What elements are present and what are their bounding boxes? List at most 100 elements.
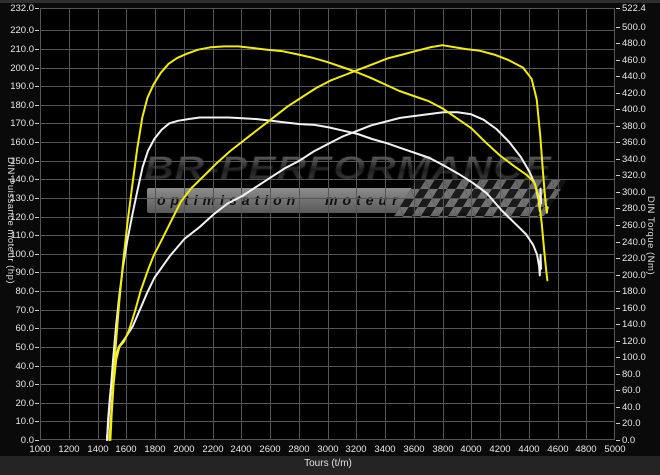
y-axis-right-tick-label: 280.0 bbox=[622, 203, 646, 214]
y-axis-left-tick bbox=[35, 198, 39, 199]
y-axis-right-tick bbox=[616, 142, 620, 143]
y-axis-left-tick-label: 90.0 bbox=[0, 267, 34, 278]
y-axis-right-tick-label: 200.0 bbox=[622, 270, 646, 281]
y-axis-left-tick-label: 210.0 bbox=[0, 44, 34, 55]
y-axis-right-tick-label: 420.0 bbox=[622, 88, 646, 99]
y-axis-left-tick-label: 180.0 bbox=[0, 100, 34, 111]
bottom-edge-strip: Tours (t/m) bbox=[0, 456, 660, 475]
x-axis-tick-label: 2600 bbox=[259, 444, 280, 455]
y-axis-right-tick bbox=[616, 43, 620, 44]
y-axis-left-tick-label: 140.0 bbox=[0, 174, 34, 185]
y-axis-left-tick bbox=[35, 310, 39, 311]
y-axis-right-tick bbox=[616, 27, 620, 28]
x-axis-tick-label: 3600 bbox=[403, 444, 424, 455]
y-axis-left-tick bbox=[35, 142, 39, 143]
y-axis-left-tick bbox=[35, 161, 39, 162]
y-axis-left-tick-label: 50.0 bbox=[0, 342, 34, 353]
y-axis-right-tick bbox=[616, 76, 620, 77]
y-axis-left-tick-label: 220.0 bbox=[0, 25, 34, 36]
y-axis-right-tick bbox=[616, 440, 620, 441]
y-axis-left-tick-label: 160.0 bbox=[0, 137, 34, 148]
y-axis-right-tick-label: 0.0 bbox=[622, 435, 635, 446]
y-axis-right-tick-label: 480.0 bbox=[622, 38, 646, 49]
y-axis-right-tick-label: 360.0 bbox=[622, 137, 646, 148]
x-axis-tick-label: 1800 bbox=[144, 444, 165, 455]
y-axis-right-tick bbox=[616, 60, 620, 61]
y-axis-left-tick bbox=[35, 347, 39, 348]
y-axis-right-tick-label: 20.0 bbox=[622, 418, 641, 429]
y-axis-left-tick-label: 150.0 bbox=[0, 156, 34, 167]
y-axis-left-tick-label: 190.0 bbox=[0, 81, 34, 92]
y-axis-left-tick-label: 100.0 bbox=[0, 249, 34, 260]
y-axis-right-tick-label: 340.0 bbox=[622, 154, 646, 165]
y-axis-right-tick-label: 120.0 bbox=[622, 336, 646, 347]
y-axis-right-tick-label: 40.0 bbox=[622, 402, 641, 413]
x-axis-title: Tours (t/m) bbox=[304, 458, 352, 469]
y-axis-right-tick-label: 220.0 bbox=[622, 253, 646, 264]
y-axis-right-tick bbox=[616, 93, 620, 94]
y-axis-right-tick bbox=[616, 407, 620, 408]
y-axis-left-tick bbox=[35, 403, 39, 404]
x-axis-tick-label: 3400 bbox=[374, 444, 395, 455]
y-axis-left-tick bbox=[35, 123, 39, 124]
y-axis-left-tick-label: 120.0 bbox=[0, 212, 34, 223]
x-axis-tick-label: 3200 bbox=[345, 444, 366, 455]
y-axis-left-tick-label: 200.0 bbox=[0, 63, 34, 74]
y-axis-right-tick bbox=[616, 275, 620, 276]
y-axis-right-tick bbox=[616, 291, 620, 292]
y-axis-left-tick bbox=[35, 421, 39, 422]
y-axis-right-tick-label: 380.0 bbox=[622, 121, 646, 132]
y-axis-right-tick bbox=[616, 208, 620, 209]
y-axis-right-tick bbox=[616, 390, 620, 391]
y-axis-left-tick bbox=[35, 217, 39, 218]
y-axis-left-tick bbox=[35, 366, 39, 367]
y-axis-right-tick bbox=[616, 308, 620, 309]
y-axis-right-tick bbox=[616, 423, 620, 424]
y-axis-left-tick bbox=[35, 440, 39, 441]
y-axis-right-tick bbox=[616, 192, 620, 193]
y-axis-right-tick-label: 60.0 bbox=[622, 385, 641, 396]
right-axis-title: DIN Torque (Nm) bbox=[645, 196, 656, 275]
x-axis-tick-label: 2200 bbox=[202, 444, 223, 455]
y-axis-right-tick bbox=[616, 126, 620, 127]
y-axis-left-tick bbox=[35, 30, 39, 31]
y-axis-left-tick-label: 10.0 bbox=[0, 416, 34, 427]
dyno-chart: BR-Performance optimisation moteur DIN P… bbox=[0, 0, 660, 475]
axis-labels-layer: DIN Puissance moteur (hp) DIN Torque (Nm… bbox=[0, 0, 660, 475]
y-axis-right-tick bbox=[616, 159, 620, 160]
y-axis-right-tick-label: 160.0 bbox=[622, 303, 646, 314]
y-axis-right-tick bbox=[616, 225, 620, 226]
x-axis-tick-label: 2800 bbox=[288, 444, 309, 455]
y-axis-left-tick bbox=[35, 8, 39, 9]
y-axis-left-tick-label: 110.0 bbox=[0, 230, 34, 241]
y-axis-left-tick bbox=[35, 105, 39, 106]
y-axis-right-tick-label: 100.0 bbox=[622, 352, 646, 363]
x-axis-tick-label: 1400 bbox=[87, 444, 108, 455]
y-axis-left-tick-label: 0.0 bbox=[0, 435, 34, 446]
x-axis-tick-label: 4400 bbox=[518, 444, 539, 455]
y-axis-left-tick bbox=[35, 86, 39, 87]
y-axis-right-tick-label: 522.4 bbox=[622, 3, 646, 14]
x-axis-tick-label: 4600 bbox=[547, 444, 568, 455]
y-axis-right-tick-label: 400.0 bbox=[622, 104, 646, 115]
x-axis-tick-label: 4000 bbox=[460, 444, 481, 455]
x-axis-tick-label: 4200 bbox=[489, 444, 510, 455]
y-axis-left-tick-label: 20.0 bbox=[0, 398, 34, 409]
y-axis-left-tick bbox=[35, 291, 39, 292]
y-axis-left-tick bbox=[35, 254, 39, 255]
y-axis-right-tick bbox=[616, 175, 620, 176]
x-axis-tick-label: 4800 bbox=[575, 444, 596, 455]
x-axis-tick-label: 3800 bbox=[432, 444, 453, 455]
x-axis-tick-label: 1200 bbox=[58, 444, 79, 455]
y-axis-right-tick-label: 240.0 bbox=[622, 237, 646, 248]
x-axis-tick-label: 3000 bbox=[317, 444, 338, 455]
y-axis-right-tick bbox=[616, 109, 620, 110]
y-axis-left-tick bbox=[35, 272, 39, 273]
y-axis-right-tick bbox=[616, 8, 620, 9]
y-axis-right-tick-label: 300.0 bbox=[622, 187, 646, 198]
y-axis-right-tick bbox=[616, 324, 620, 325]
y-axis-right-tick-label: 260.0 bbox=[622, 220, 646, 231]
y-axis-left-tick bbox=[35, 179, 39, 180]
top-edge-strip bbox=[0, 0, 660, 3]
x-axis-tick-label: 2400 bbox=[230, 444, 251, 455]
